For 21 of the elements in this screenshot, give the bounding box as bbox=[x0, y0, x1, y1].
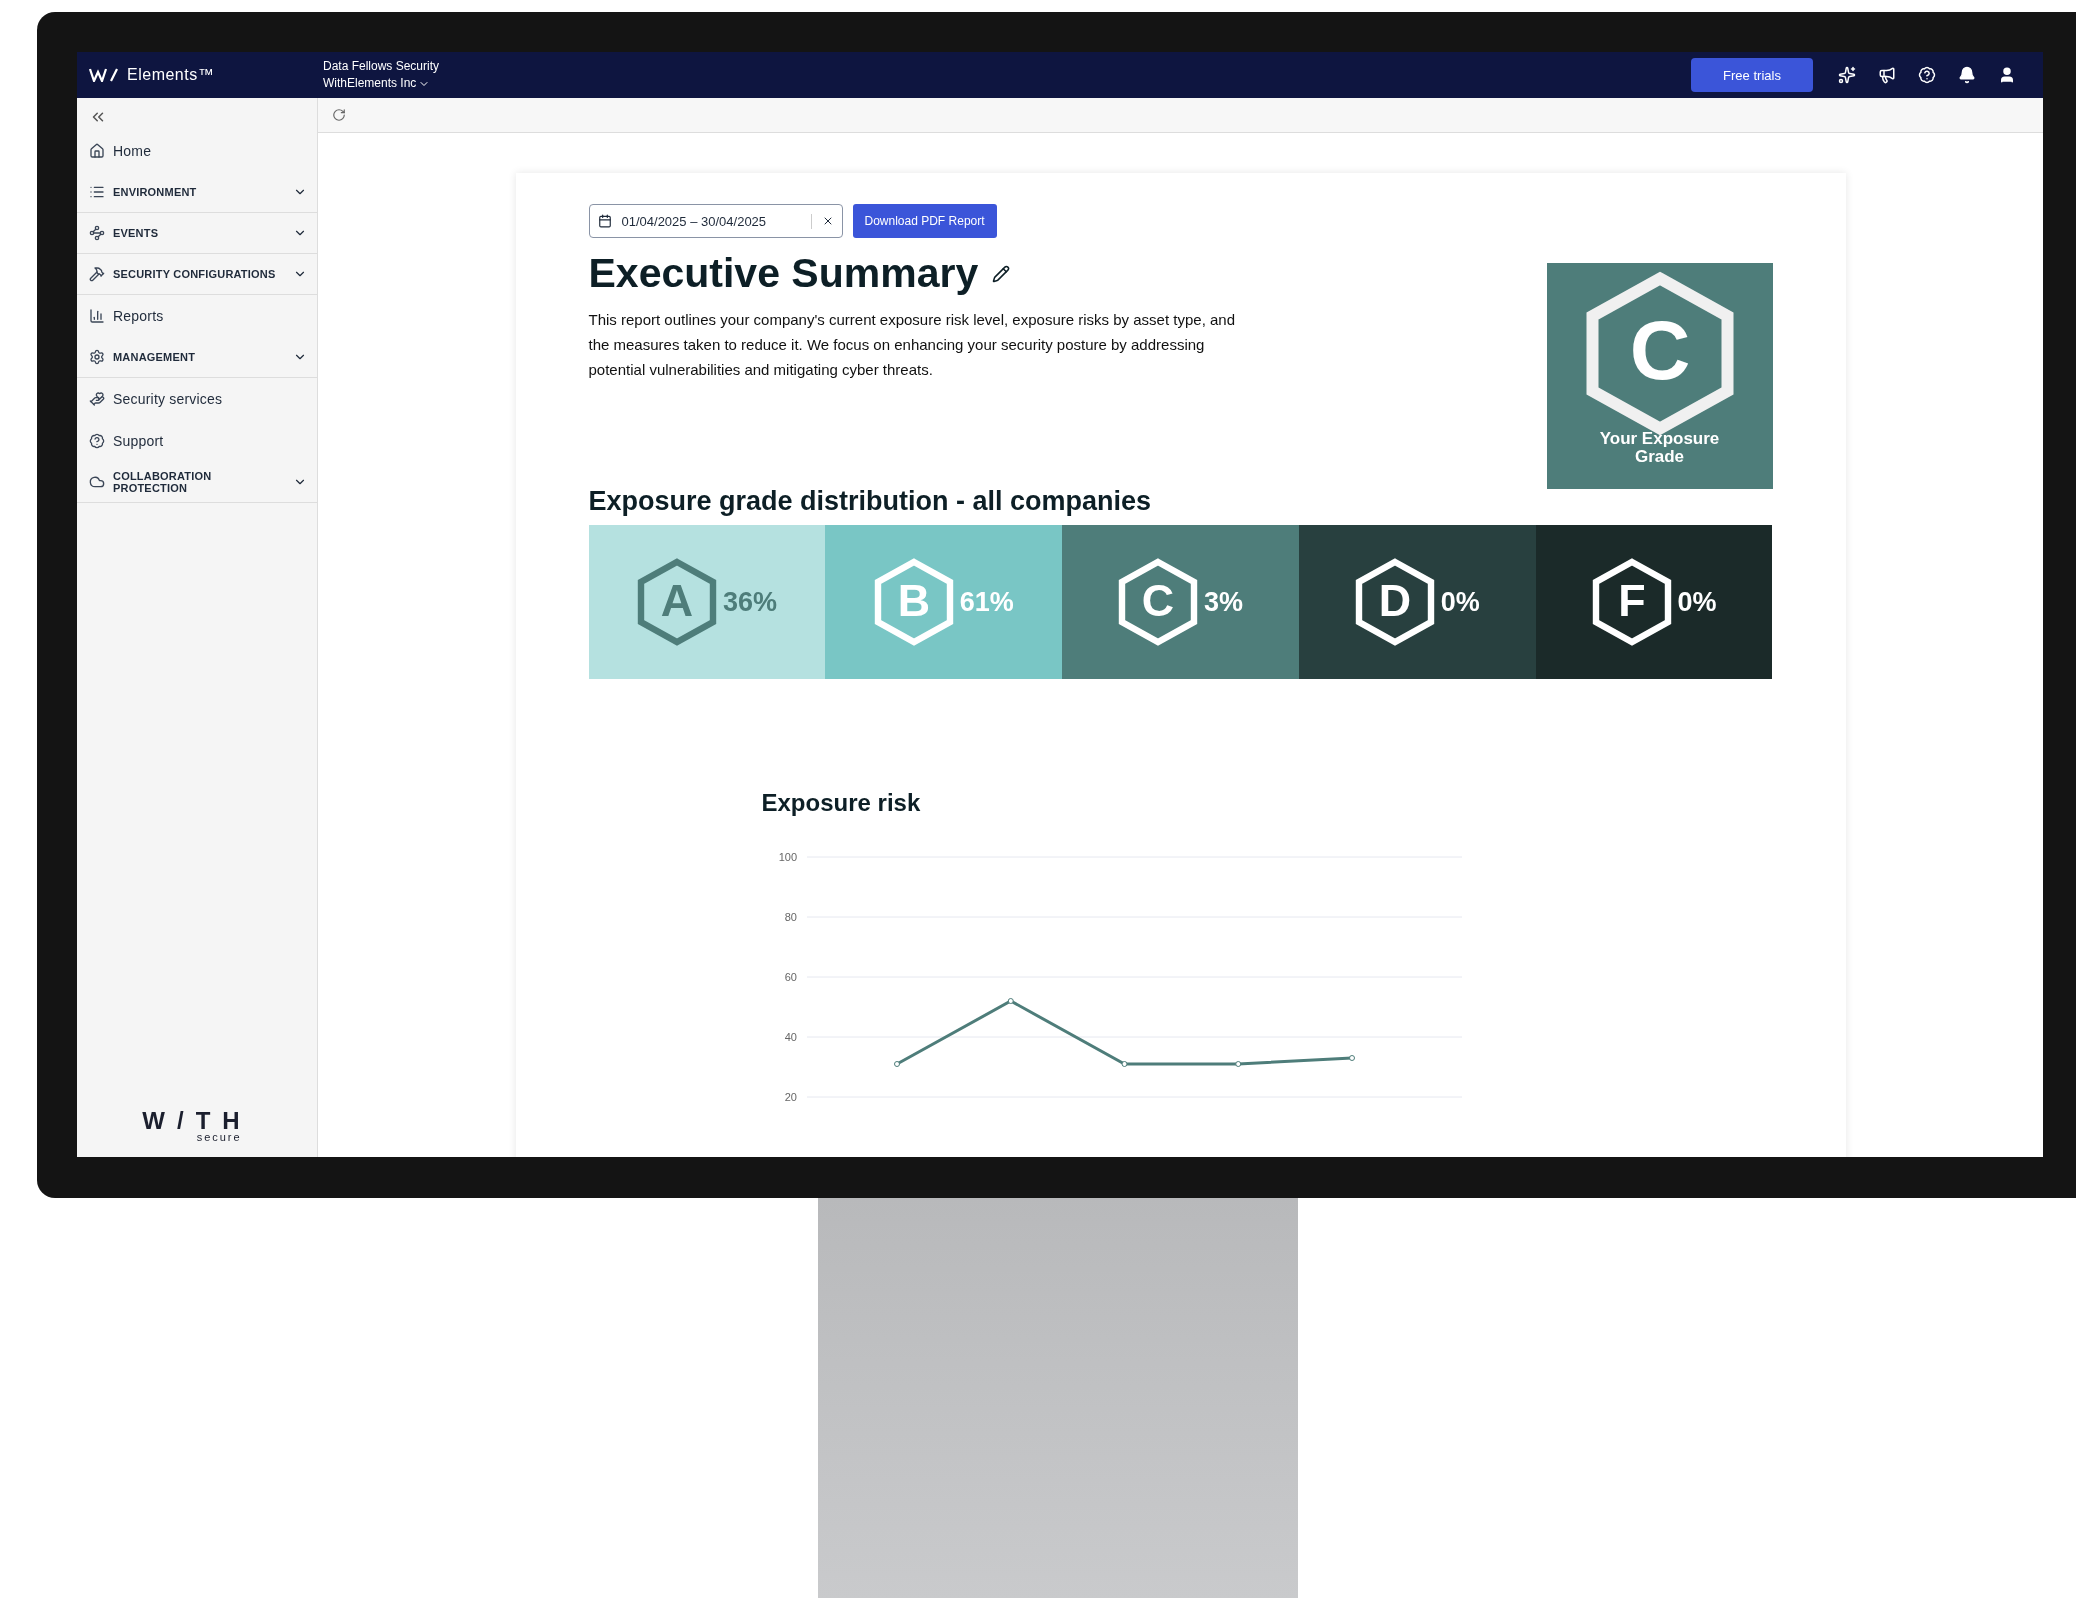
grade-hexagon: A bbox=[636, 558, 717, 646]
product-name: Elements™ bbox=[127, 66, 215, 84]
grade-percent: 0% bbox=[1677, 586, 1717, 618]
organization-name: Data Fellows Security bbox=[323, 58, 440, 75]
section-heading: Exposure grade distribution - all companies bbox=[588, 486, 1153, 517]
grade-hexagon: C bbox=[1117, 558, 1198, 646]
chart-title: Exposure risk bbox=[761, 789, 922, 817]
grade-hexagon: D bbox=[1354, 558, 1435, 646]
axis-tick-label: 20 bbox=[784, 1091, 797, 1103]
grade-hexagon: B bbox=[873, 558, 954, 646]
axis-tick-label: 60 bbox=[784, 971, 797, 983]
grade-percent: 3% bbox=[1203, 586, 1243, 618]
grade-percent: 36% bbox=[722, 586, 777, 618]
grade-percent: 61% bbox=[959, 586, 1014, 618]
axis-tick-label: 80 bbox=[784, 911, 797, 923]
report-title: Executive Summary bbox=[588, 250, 979, 297]
intro-paragraph: This report outlines your company's current exposure risk level, exposure risks by asset type, and the measures taken to reduce it. We focus on enhancing your security posture by addressing potential vulnerabilities and mitigating cyber threats. bbox=[588, 310, 1236, 380]
grade-percent: 0% bbox=[1440, 586, 1480, 618]
axis-tick-label: 40 bbox=[784, 1031, 797, 1043]
axis-tick-label: 100 bbox=[778, 851, 797, 863]
grade-hexagon: F bbox=[1591, 558, 1672, 646]
